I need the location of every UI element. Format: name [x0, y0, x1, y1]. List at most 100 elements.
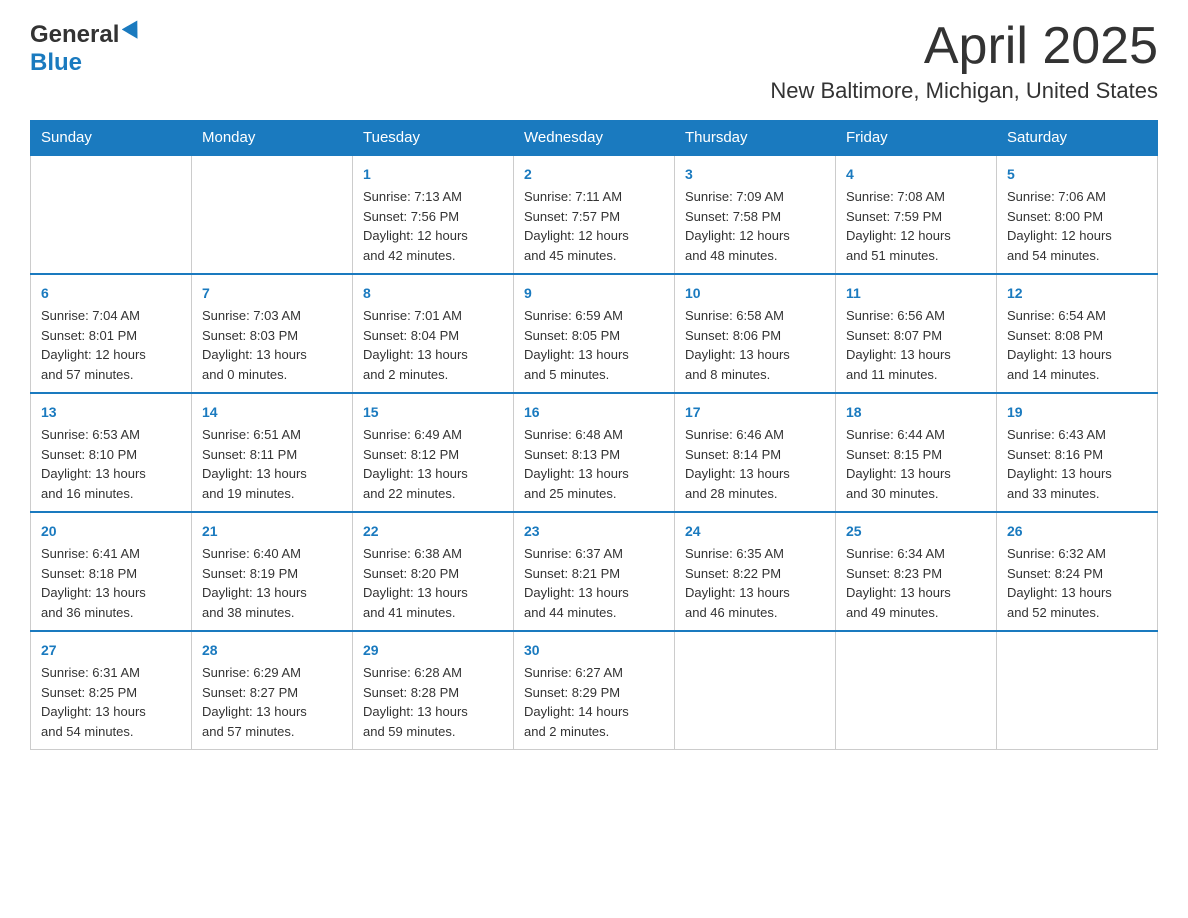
- week-row-3: 13Sunrise: 6:53 AMSunset: 8:10 PMDayligh…: [31, 393, 1158, 512]
- calendar-cell: 6Sunrise: 7:04 AMSunset: 8:01 PMDaylight…: [31, 274, 192, 393]
- day-info: Sunrise: 6:28 AMSunset: 8:28 PMDaylight:…: [363, 663, 503, 741]
- day-info: Sunrise: 6:29 AMSunset: 8:27 PMDaylight:…: [202, 663, 342, 741]
- calendar-cell: 16Sunrise: 6:48 AMSunset: 8:13 PMDayligh…: [514, 393, 675, 512]
- day-info: Sunrise: 6:27 AMSunset: 8:29 PMDaylight:…: [524, 663, 664, 741]
- day-info: Sunrise: 6:59 AMSunset: 8:05 PMDaylight:…: [524, 306, 664, 384]
- week-row-1: 1Sunrise: 7:13 AMSunset: 7:56 PMDaylight…: [31, 155, 1158, 274]
- logo-arrow-icon: [122, 20, 144, 42]
- header-monday: Monday: [192, 121, 353, 156]
- calendar-cell: 27Sunrise: 6:31 AMSunset: 8:25 PMDayligh…: [31, 631, 192, 750]
- day-number: 15: [363, 402, 503, 423]
- header-friday: Friday: [836, 121, 997, 156]
- day-number: 28: [202, 640, 342, 661]
- calendar-cell: 11Sunrise: 6:56 AMSunset: 8:07 PMDayligh…: [836, 274, 997, 393]
- calendar-cell: 24Sunrise: 6:35 AMSunset: 8:22 PMDayligh…: [675, 512, 836, 631]
- day-info: Sunrise: 6:43 AMSunset: 8:16 PMDaylight:…: [1007, 425, 1147, 503]
- day-number: 27: [41, 640, 181, 661]
- calendar-cell: 19Sunrise: 6:43 AMSunset: 8:16 PMDayligh…: [997, 393, 1158, 512]
- day-number: 3: [685, 164, 825, 185]
- day-number: 17: [685, 402, 825, 423]
- week-row-4: 20Sunrise: 6:41 AMSunset: 8:18 PMDayligh…: [31, 512, 1158, 631]
- day-info: Sunrise: 6:58 AMSunset: 8:06 PMDaylight:…: [685, 306, 825, 384]
- day-number: 7: [202, 283, 342, 304]
- day-number: 10: [685, 283, 825, 304]
- day-number: 24: [685, 521, 825, 542]
- calendar-cell: [675, 631, 836, 750]
- calendar-cell: 5Sunrise: 7:06 AMSunset: 8:00 PMDaylight…: [997, 155, 1158, 274]
- header-right: April 2025 New Baltimore, Michigan, Unit…: [770, 20, 1158, 104]
- calendar-cell: 7Sunrise: 7:03 AMSunset: 8:03 PMDaylight…: [192, 274, 353, 393]
- week-row-2: 6Sunrise: 7:04 AMSunset: 8:01 PMDaylight…: [31, 274, 1158, 393]
- calendar-table: Sunday Monday Tuesday Wednesday Thursday…: [30, 120, 1158, 750]
- calendar-cell: 8Sunrise: 7:01 AMSunset: 8:04 PMDaylight…: [353, 274, 514, 393]
- day-info: Sunrise: 6:40 AMSunset: 8:19 PMDaylight:…: [202, 544, 342, 622]
- header-sunday: Sunday: [31, 121, 192, 156]
- day-info: Sunrise: 6:46 AMSunset: 8:14 PMDaylight:…: [685, 425, 825, 503]
- logo-line1: General: [30, 20, 144, 49]
- calendar-cell: [31, 155, 192, 274]
- calendar-cell: 12Sunrise: 6:54 AMSunset: 8:08 PMDayligh…: [997, 274, 1158, 393]
- day-number: 5: [1007, 164, 1147, 185]
- day-number: 18: [846, 402, 986, 423]
- day-number: 21: [202, 521, 342, 542]
- calendar-cell: 15Sunrise: 6:49 AMSunset: 8:12 PMDayligh…: [353, 393, 514, 512]
- day-info: Sunrise: 7:08 AMSunset: 7:59 PMDaylight:…: [846, 187, 986, 265]
- day-info: Sunrise: 6:32 AMSunset: 8:24 PMDaylight:…: [1007, 544, 1147, 622]
- calendar-cell: 18Sunrise: 6:44 AMSunset: 8:15 PMDayligh…: [836, 393, 997, 512]
- day-info: Sunrise: 7:03 AMSunset: 8:03 PMDaylight:…: [202, 306, 342, 384]
- day-number: 6: [41, 283, 181, 304]
- day-info: Sunrise: 7:06 AMSunset: 8:00 PMDaylight:…: [1007, 187, 1147, 265]
- day-info: Sunrise: 7:04 AMSunset: 8:01 PMDaylight:…: [41, 306, 181, 384]
- calendar-cell: 10Sunrise: 6:58 AMSunset: 8:06 PMDayligh…: [675, 274, 836, 393]
- logo-general: General: [30, 21, 119, 49]
- day-number: 4: [846, 164, 986, 185]
- day-info: Sunrise: 6:35 AMSunset: 8:22 PMDaylight:…: [685, 544, 825, 622]
- day-info: Sunrise: 6:31 AMSunset: 8:25 PMDaylight:…: [41, 663, 181, 741]
- day-number: 22: [363, 521, 503, 542]
- calendar-cell: [192, 155, 353, 274]
- header-tuesday: Tuesday: [353, 121, 514, 156]
- day-number: 20: [41, 521, 181, 542]
- header-wednesday: Wednesday: [514, 121, 675, 156]
- day-number: 14: [202, 402, 342, 423]
- calendar-cell: 28Sunrise: 6:29 AMSunset: 8:27 PMDayligh…: [192, 631, 353, 750]
- day-info: Sunrise: 6:56 AMSunset: 8:07 PMDaylight:…: [846, 306, 986, 384]
- day-info: Sunrise: 7:01 AMSunset: 8:04 PMDaylight:…: [363, 306, 503, 384]
- day-info: Sunrise: 6:48 AMSunset: 8:13 PMDaylight:…: [524, 425, 664, 503]
- calendar-cell: 14Sunrise: 6:51 AMSunset: 8:11 PMDayligh…: [192, 393, 353, 512]
- day-number: 8: [363, 283, 503, 304]
- day-number: 30: [524, 640, 664, 661]
- day-info: Sunrise: 6:54 AMSunset: 8:08 PMDaylight:…: [1007, 306, 1147, 384]
- day-number: 23: [524, 521, 664, 542]
- calendar-cell: 21Sunrise: 6:40 AMSunset: 8:19 PMDayligh…: [192, 512, 353, 631]
- day-number: 1: [363, 164, 503, 185]
- week-row-5: 27Sunrise: 6:31 AMSunset: 8:25 PMDayligh…: [31, 631, 1158, 750]
- calendar-cell: 3Sunrise: 7:09 AMSunset: 7:58 PMDaylight…: [675, 155, 836, 274]
- calendar-cell: [836, 631, 997, 750]
- header-saturday: Saturday: [997, 121, 1158, 156]
- day-info: Sunrise: 6:44 AMSunset: 8:15 PMDaylight:…: [846, 425, 986, 503]
- day-number: 26: [1007, 521, 1147, 542]
- location-title: New Baltimore, Michigan, United States: [770, 78, 1158, 104]
- day-info: Sunrise: 7:13 AMSunset: 7:56 PMDaylight:…: [363, 187, 503, 265]
- day-info: Sunrise: 6:37 AMSunset: 8:21 PMDaylight:…: [524, 544, 664, 622]
- day-number: 11: [846, 283, 986, 304]
- calendar-cell: 20Sunrise: 6:41 AMSunset: 8:18 PMDayligh…: [31, 512, 192, 631]
- day-number: 16: [524, 402, 664, 423]
- day-info: Sunrise: 6:34 AMSunset: 8:23 PMDaylight:…: [846, 544, 986, 622]
- day-info: Sunrise: 7:11 AMSunset: 7:57 PMDaylight:…: [524, 187, 664, 265]
- day-info: Sunrise: 6:51 AMSunset: 8:11 PMDaylight:…: [202, 425, 342, 503]
- day-info: Sunrise: 6:53 AMSunset: 8:10 PMDaylight:…: [41, 425, 181, 503]
- page-header: General Blue April 2025 New Baltimore, M…: [30, 20, 1158, 104]
- day-info: Sunrise: 6:38 AMSunset: 8:20 PMDaylight:…: [363, 544, 503, 622]
- calendar-cell: 2Sunrise: 7:11 AMSunset: 7:57 PMDaylight…: [514, 155, 675, 274]
- calendar-cell: 4Sunrise: 7:08 AMSunset: 7:59 PMDaylight…: [836, 155, 997, 274]
- weekday-header-row: Sunday Monday Tuesday Wednesday Thursday…: [31, 121, 1158, 156]
- logo-line2: Blue: [30, 49, 82, 77]
- day-info: Sunrise: 7:09 AMSunset: 7:58 PMDaylight:…: [685, 187, 825, 265]
- month-title: April 2025: [770, 20, 1158, 72]
- calendar-cell: 26Sunrise: 6:32 AMSunset: 8:24 PMDayligh…: [997, 512, 1158, 631]
- calendar-cell: 23Sunrise: 6:37 AMSunset: 8:21 PMDayligh…: [514, 512, 675, 631]
- calendar-cell: 1Sunrise: 7:13 AMSunset: 7:56 PMDaylight…: [353, 155, 514, 274]
- day-info: Sunrise: 6:41 AMSunset: 8:18 PMDaylight:…: [41, 544, 181, 622]
